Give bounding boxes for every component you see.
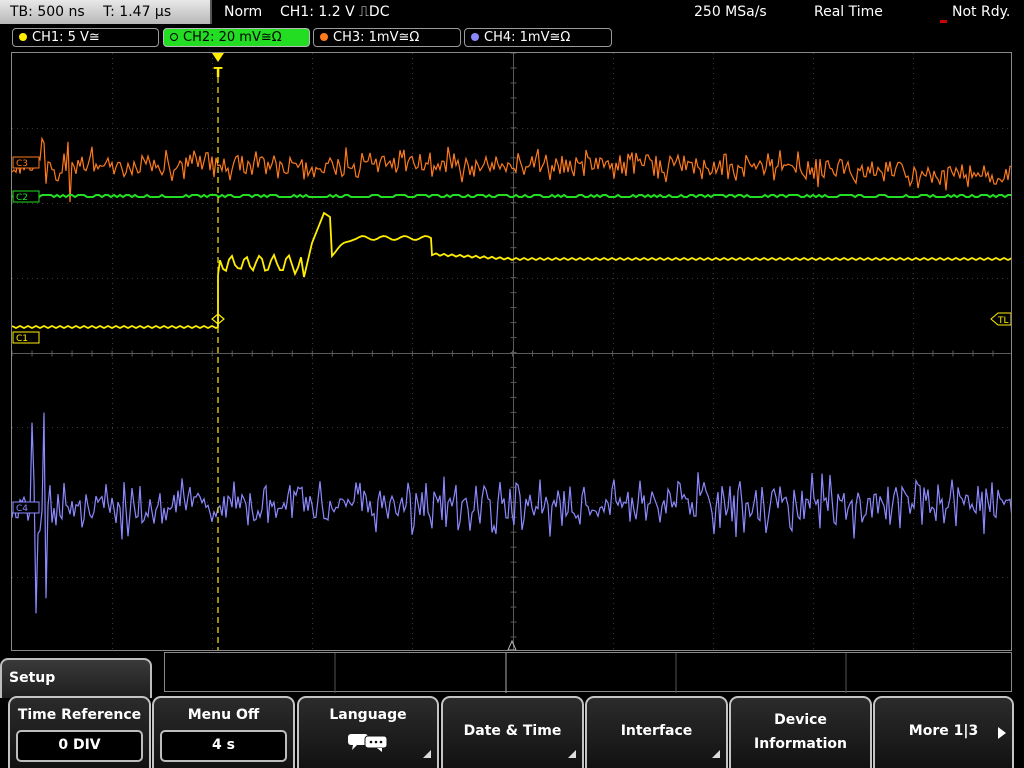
time-reference-label: Time Reference [17,707,142,723]
channel-tab-ch4[interactable]: CH4: 1mV≅Ω [464,28,612,47]
time-reference-marker [507,639,517,650]
ch4-dot-icon [471,33,479,41]
trigger-level-marker[interactable]: TL [990,312,1011,326]
trigger-position-marker[interactable]: T [212,53,224,81]
menu-off-value[interactable]: 4 s [160,730,287,762]
timebase-readout[interactable]: TB: 500 ns T: 1.47 µs [0,0,212,24]
interface-label: Interface [620,723,693,739]
status-indicator [940,20,947,23]
date-time-button[interactable]: Date & Time [441,696,584,768]
ch2-dot-icon [170,33,178,41]
interface-button[interactable]: Interface [585,696,728,768]
waveform-display[interactable]: T C3 C2 C1 C4 TL [11,52,1012,651]
ch4-offset-label: C4 [16,504,28,514]
trigger-position-label: T [214,66,223,81]
ch1-label: CH1: 5 V≅ [32,30,100,45]
channel-tab-ch2[interactable]: CH2: 20 mV≅Ω [163,28,310,47]
menu-title: Setup [0,658,152,698]
device-information-line1: Device [774,712,827,728]
ch1-waveform [12,211,1011,330]
submenu-corner-icon [423,750,431,758]
ch1-offset-label: C1 [16,334,28,344]
trigger-mode[interactable]: Norm [224,0,262,24]
speech-bubble-icon [348,734,388,752]
ch2-waveform [12,193,1011,199]
menu-off-button[interactable]: Menu Off 4 s [152,696,295,768]
arrow-right-icon [998,727,1006,739]
graticule [12,53,1011,650]
ch1-offset-marker[interactable]: C1 [12,331,40,344]
date-time-label: Date & Time [463,723,562,739]
device-information-button[interactable]: Device Information [729,696,872,768]
time-reference-button[interactable]: Time Reference 0 DIV [8,696,151,768]
channel-tab-ch1[interactable]: CH1: 5 V≅ [12,28,159,47]
ch4-label: CH4: 1mV≅Ω [484,30,571,45]
language-label: Language [329,707,407,723]
submenu-corner-icon [568,750,576,758]
trigger-setting[interactable]: CH1: 1.2 V ⎍DC [280,0,389,24]
menu-off-label: Menu Off [187,707,260,723]
timebase-value: TB: 500 ns [10,4,85,20]
channel-tab-ch3[interactable]: CH3: 1mV≅Ω [313,28,461,47]
more-label: More 1|3 [908,723,979,739]
info-panel-dividers [334,653,847,693]
status-bar: TB: 500 ns T: 1.47 µs Norm CH1: 1.2 V ⎍D… [0,0,1024,26]
ch3-offset-marker[interactable]: C3 [12,156,40,169]
time-reference-value[interactable]: 0 DIV [16,730,143,762]
ch3-offset-label: C3 [16,159,28,169]
ch3-dot-icon [320,33,328,41]
submenu-corner-icon [712,750,720,758]
acquisition-mode: Real Time [814,4,883,20]
language-button[interactable]: Language [297,696,439,768]
info-panel [164,652,1012,693]
sample-rate: 250 MSa/s [694,4,767,20]
ch3-label: CH3: 1mV≅Ω [333,30,420,45]
ch4-offset-marker[interactable]: C4 [12,501,40,514]
ch2-offset-label: C2 [16,193,28,203]
more-button[interactable]: More 1|3 [873,696,1014,768]
trigger-state: Not Rdy. [952,4,1011,20]
trigger-time-value: T: 1.47 µs [103,4,172,20]
ch1-dot-icon [19,33,27,41]
ch2-offset-marker[interactable]: C2 [12,190,40,203]
ch3-waveform [12,136,1011,203]
trigger-level-label: TL [997,316,1009,326]
device-information-line2: Information [754,736,847,752]
ch2-label: CH2: 20 mV≅Ω [183,30,282,45]
